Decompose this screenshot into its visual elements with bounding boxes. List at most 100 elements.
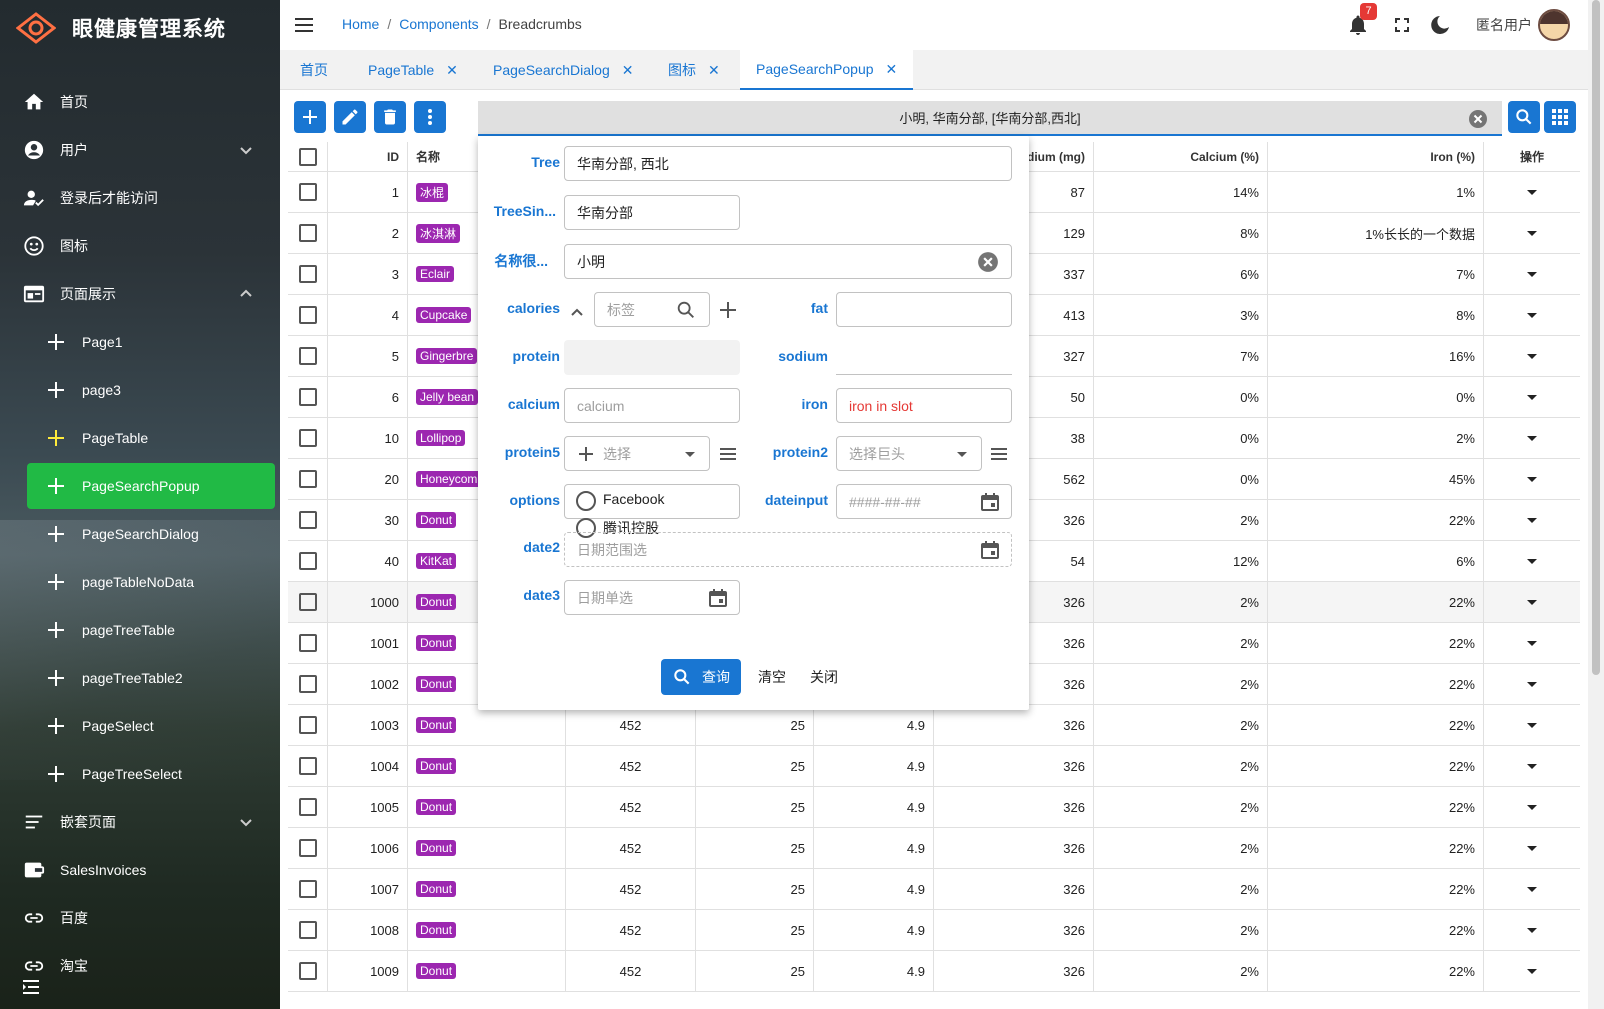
row-checkbox[interactable] <box>298 921 317 939</box>
select-all-checkbox[interactable] <box>298 147 317 166</box>
row-actions-dropdown-icon[interactable] <box>1527 435 1537 441</box>
tab-icons[interactable]: 图标 ✕ <box>668 50 720 90</box>
row-actions-dropdown-icon[interactable] <box>1527 845 1537 851</box>
query-button[interactable]: 查询 <box>661 659 741 695</box>
search-icon[interactable] <box>675 299 697 321</box>
list-icon[interactable] <box>717 443 739 465</box>
breadcrumb-components[interactable]: Components <box>399 16 478 32</box>
sidebar-item-1[interactable]: 用户 <box>0 126 280 174</box>
fat-input[interactable] <box>836 292 1012 327</box>
scrollbar-thumb[interactable] <box>1592 0 1600 675</box>
row-checkbox[interactable] <box>298 880 317 898</box>
row-checkbox[interactable] <box>298 224 317 242</box>
more-button[interactable] <box>414 101 446 133</box>
calendar-icon[interactable] <box>979 491 1001 513</box>
row-checkbox[interactable] <box>298 716 317 734</box>
tab-home[interactable]: 首页 <box>300 50 328 90</box>
close-icon[interactable]: ✕ <box>708 62 720 79</box>
row-actions-dropdown-icon[interactable] <box>1527 599 1537 605</box>
sidebar-item-pageselect[interactable]: PageSelect <box>0 702 280 750</box>
row-actions-dropdown-icon[interactable] <box>1527 886 1537 892</box>
sidebar-item-2[interactable]: 登录后才能访问 <box>0 174 280 222</box>
row-actions-dropdown-icon[interactable] <box>1527 681 1537 687</box>
table-row[interactable]: 1006 Donut 452 25 4.9 326 2% 22% <box>288 828 1580 869</box>
sodium-input[interactable] <box>836 340 1012 375</box>
header-calcium[interactable]: Calcium (%) <box>1094 142 1268 171</box>
close-icon[interactable]: ✕ <box>886 61 898 78</box>
row-checkbox[interactable] <box>298 552 317 570</box>
table-row[interactable]: 1003 Donut 452 25 4.9 326 2% 22% <box>288 705 1580 746</box>
dateinput-field[interactable]: ####-##-## <box>836 484 1012 519</box>
row-actions-dropdown-icon[interactable] <box>1527 230 1537 236</box>
notifications-button[interactable]: 7 <box>1346 3 1377 37</box>
close-icon[interactable]: ✕ <box>622 62 634 79</box>
row-actions-dropdown-icon[interactable] <box>1527 927 1537 933</box>
calories-tag-input[interactable]: 标签 <box>594 292 710 327</box>
close-button[interactable]: 关闭 <box>810 659 838 695</box>
close-icon[interactable]: ✕ <box>446 62 458 79</box>
row-checkbox[interactable] <box>298 634 317 652</box>
row-actions-dropdown-icon[interactable] <box>1527 476 1537 482</box>
header-id[interactable]: ID <box>328 142 408 171</box>
row-checkbox[interactable] <box>298 798 317 816</box>
row-actions-dropdown-icon[interactable] <box>1527 763 1537 769</box>
sidebar-item-15[interactable]: 嵌套页面 <box>0 798 280 846</box>
row-actions-dropdown-icon[interactable] <box>1527 804 1537 810</box>
clear-icon[interactable] <box>977 251 999 273</box>
sidebar-item-18[interactable]: 淘宝 <box>0 942 280 990</box>
table-row[interactable]: 1009 Donut 452 25 4.9 326 2% 22% <box>288 951 1580 992</box>
sidebar-item-pagetreetable2[interactable]: pageTreeTable2 <box>0 654 280 702</box>
clear-icon[interactable] <box>1468 109 1488 129</box>
username[interactable]: 匿名用户 <box>1476 15 1532 35</box>
row-checkbox[interactable] <box>298 429 317 447</box>
tab-pagesearchpopup[interactable]: PageSearchPopup ✕ <box>740 50 914 90</box>
search-button[interactable] <box>1508 101 1540 133</box>
delete-button[interactable] <box>374 101 406 133</box>
row-checkbox[interactable] <box>298 183 317 201</box>
name-input[interactable]: 小明 <box>564 244 1012 279</box>
row-checkbox[interactable] <box>298 593 317 611</box>
row-actions-dropdown-icon[interactable] <box>1527 722 1537 728</box>
date3-field[interactable]: 日期单选 <box>564 580 740 615</box>
sidebar-item-salesinvoices[interactable]: SalesInvoices <box>0 846 280 894</box>
row-checkbox[interactable] <box>298 757 317 775</box>
row-checkbox[interactable] <box>298 388 317 406</box>
date2-range-field[interactable]: 日期范围选 <box>564 532 1012 567</box>
sidebar-item-pagetreetable[interactable]: pageTreeTable <box>0 606 280 654</box>
column-settings-button[interactable] <box>1544 101 1576 133</box>
sidebar-item-3[interactable]: 图标 <box>0 222 280 270</box>
tab-pagesearchdialog[interactable]: PageSearchDialog ✕ <box>493 50 633 90</box>
table-row[interactable]: 1004 Donut 452 25 4.9 326 2% 22% <box>288 746 1580 787</box>
sidebar-item-0[interactable]: 首页 <box>0 78 280 126</box>
calcium-input[interactable]: calcium <box>564 388 740 423</box>
add-button[interactable] <box>294 101 326 133</box>
sidebar-item-page3[interactable]: page3 <box>0 366 280 414</box>
menu-icon[interactable] <box>292 13 316 37</box>
row-checkbox[interactable] <box>298 839 317 857</box>
sidebar-item-pagesearchdialog[interactable]: PageSearchDialog <box>0 510 280 558</box>
row-checkbox[interactable] <box>298 265 317 283</box>
row-actions-dropdown-icon[interactable] <box>1527 353 1537 359</box>
collapse-sidebar-icon[interactable] <box>22 978 40 996</box>
sidebar-item-4[interactable]: 页面展示 <box>0 270 280 318</box>
page-scrollbar[interactable] <box>1588 0 1604 1009</box>
table-row[interactable]: 1008 Donut 452 25 4.9 326 2% 22% <box>288 910 1580 951</box>
iron-input[interactable]: iron in slot <box>836 388 1012 423</box>
list-icon[interactable] <box>988 443 1010 465</box>
plus-icon[interactable] <box>717 299 739 321</box>
row-checkbox[interactable] <box>298 511 317 529</box>
protein2-select[interactable]: 选择巨头 <box>836 436 982 471</box>
clear-button[interactable]: 清空 <box>758 659 786 695</box>
row-actions-dropdown-icon[interactable] <box>1527 189 1537 195</box>
table-row[interactable]: 1007 Donut 452 25 4.9 326 2% 22% <box>288 869 1580 910</box>
table-row[interactable]: 1005 Donut 452 25 4.9 326 2% 22% <box>288 787 1580 828</box>
row-checkbox[interactable] <box>298 962 317 980</box>
edit-button[interactable] <box>334 101 366 133</box>
row-checkbox[interactable] <box>298 347 317 365</box>
sidebar-item-pagetablenodata[interactable]: pageTableNoData <box>0 558 280 606</box>
calendar-icon[interactable] <box>707 587 729 609</box>
sidebar-item-pagetable[interactable]: PageTable <box>0 414 280 462</box>
row-actions-dropdown-icon[interactable] <box>1527 558 1537 564</box>
row-actions-dropdown-icon[interactable] <box>1527 968 1537 974</box>
fullscreen-icon[interactable] <box>1390 13 1414 37</box>
